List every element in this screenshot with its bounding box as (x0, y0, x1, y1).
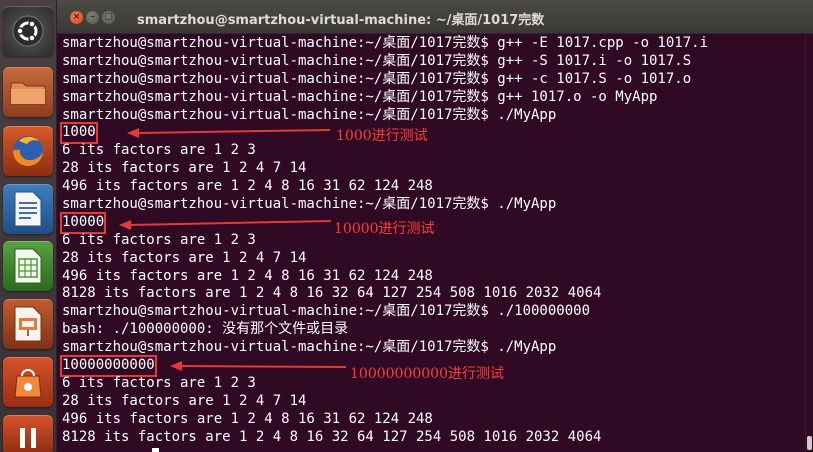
calc-icon (14, 248, 42, 284)
terminal-line: smartzhou@smartzhou-virtual-machine:~/桌面… (62, 35, 709, 51)
launcher-software-center[interactable] (3, 357, 53, 407)
terminal-line: smartzhou@smartzhou-virtual-machine:~/桌面… (62, 196, 557, 213)
terminal-cursor (152, 448, 159, 452)
impress-icon (14, 306, 42, 342)
minimize-window-button[interactable]: – (86, 11, 99, 24)
unity-launcher (0, 0, 57, 452)
ubuntu-logo-icon (12, 15, 44, 47)
folder-icon (10, 82, 46, 105)
maximize-window-button[interactable]: □ (102, 11, 115, 24)
terminal-line: smartzhou@smartzhou-virtual-machine:~/桌面… (62, 339, 557, 356)
launcher-libreoffice-impress[interactable] (3, 299, 53, 349)
update-icon (20, 428, 36, 448)
window-title: smartzhou@smartzhou-virtual-machine: ~/桌… (137, 13, 545, 28)
launcher-software-updater[interactable] (3, 415, 53, 452)
annotation-arrow-10000 (119, 220, 332, 230)
annotation-label-1000: 1000进行测试 (336, 128, 428, 144)
terminal-line: smartzhou@smartzhou-virtual-machine:~/桌面… (62, 106, 557, 123)
terminal-output[interactable]: smartzhou@smartzhou-virtual-machine:~/桌面… (57, 34, 805, 452)
launcher-firefox[interactable] (3, 126, 53, 176)
terminal-line: 8128 its factors are 1 2 4 8 16 32 64 12… (62, 428, 602, 445)
terminal-line: 28 its factors are 1 2 4 7 14 (62, 392, 307, 409)
firefox-icon (13, 136, 43, 166)
terminal-line: 496 its factors are 1 2 4 8 16 31 62 124… (62, 267, 433, 284)
terminal-line: 496 its factors are 1 2 4 8 16 31 62 124… (62, 410, 433, 427)
annotation-arrow-10000000000 (170, 361, 347, 371)
input-highlight-box: 10000 (59, 211, 107, 234)
terminal-line: smartzhou@smartzhou-virtual-machine:~/桌面… (62, 88, 658, 105)
terminal-line: 6 its factors are 1 2 3 (62, 142, 256, 159)
launcher-dash-home[interactable] (3, 6, 53, 56)
terminal-line: 28 its factors are 1 2 4 7 14 (62, 160, 307, 177)
input-highlight-box: 1000 (60, 122, 98, 145)
shopping-bag-icon (14, 369, 42, 398)
window-titlebar[interactable]: × – □ smartzhou@smartzhou-virtual-machin… (57, 0, 813, 34)
terminal-line: 8128 its factors are 1 2 4 8 16 32 64 12… (62, 285, 602, 302)
input-highlight-box: 10000000000 (60, 355, 157, 377)
terminal-line: 496 its factors are 1 2 4 8 16 31 62 124… (62, 178, 433, 195)
launcher-libreoffice-calc[interactable] (3, 241, 53, 291)
annotation-arrow-1000 (127, 128, 331, 138)
terminal-line: smartzhou@smartzhou-virtual-machine:~/桌面… (62, 52, 692, 69)
annotation-label-10000000000: 10000000000进行测试 (350, 366, 504, 382)
close-window-button[interactable]: × (70, 11, 83, 24)
terminal-lines: smartzhou@smartzhou-virtual-machine:~/桌面… (59, 35, 709, 446)
terminal-scrollbar[interactable] (805, 34, 813, 452)
writer-icon (14, 191, 42, 227)
terminal-line: bash: ./100000000: 没有那个文件或目录 (62, 321, 349, 338)
annotation-label-10000: 10000进行测试 (334, 221, 435, 237)
terminal-line: smartzhou@smartzhou-virtual-machine:~/桌面… (62, 303, 591, 320)
terminal-line: 28 its factors are 1 2 4 7 14 (62, 249, 307, 266)
launcher-libreoffice-writer[interactable] (3, 184, 53, 234)
terminal-line: smartzhou@smartzhou-virtual-machine:~/桌面… (62, 70, 692, 87)
launcher-files[interactable] (3, 67, 53, 117)
scrollbar-thumb[interactable] (807, 436, 812, 450)
